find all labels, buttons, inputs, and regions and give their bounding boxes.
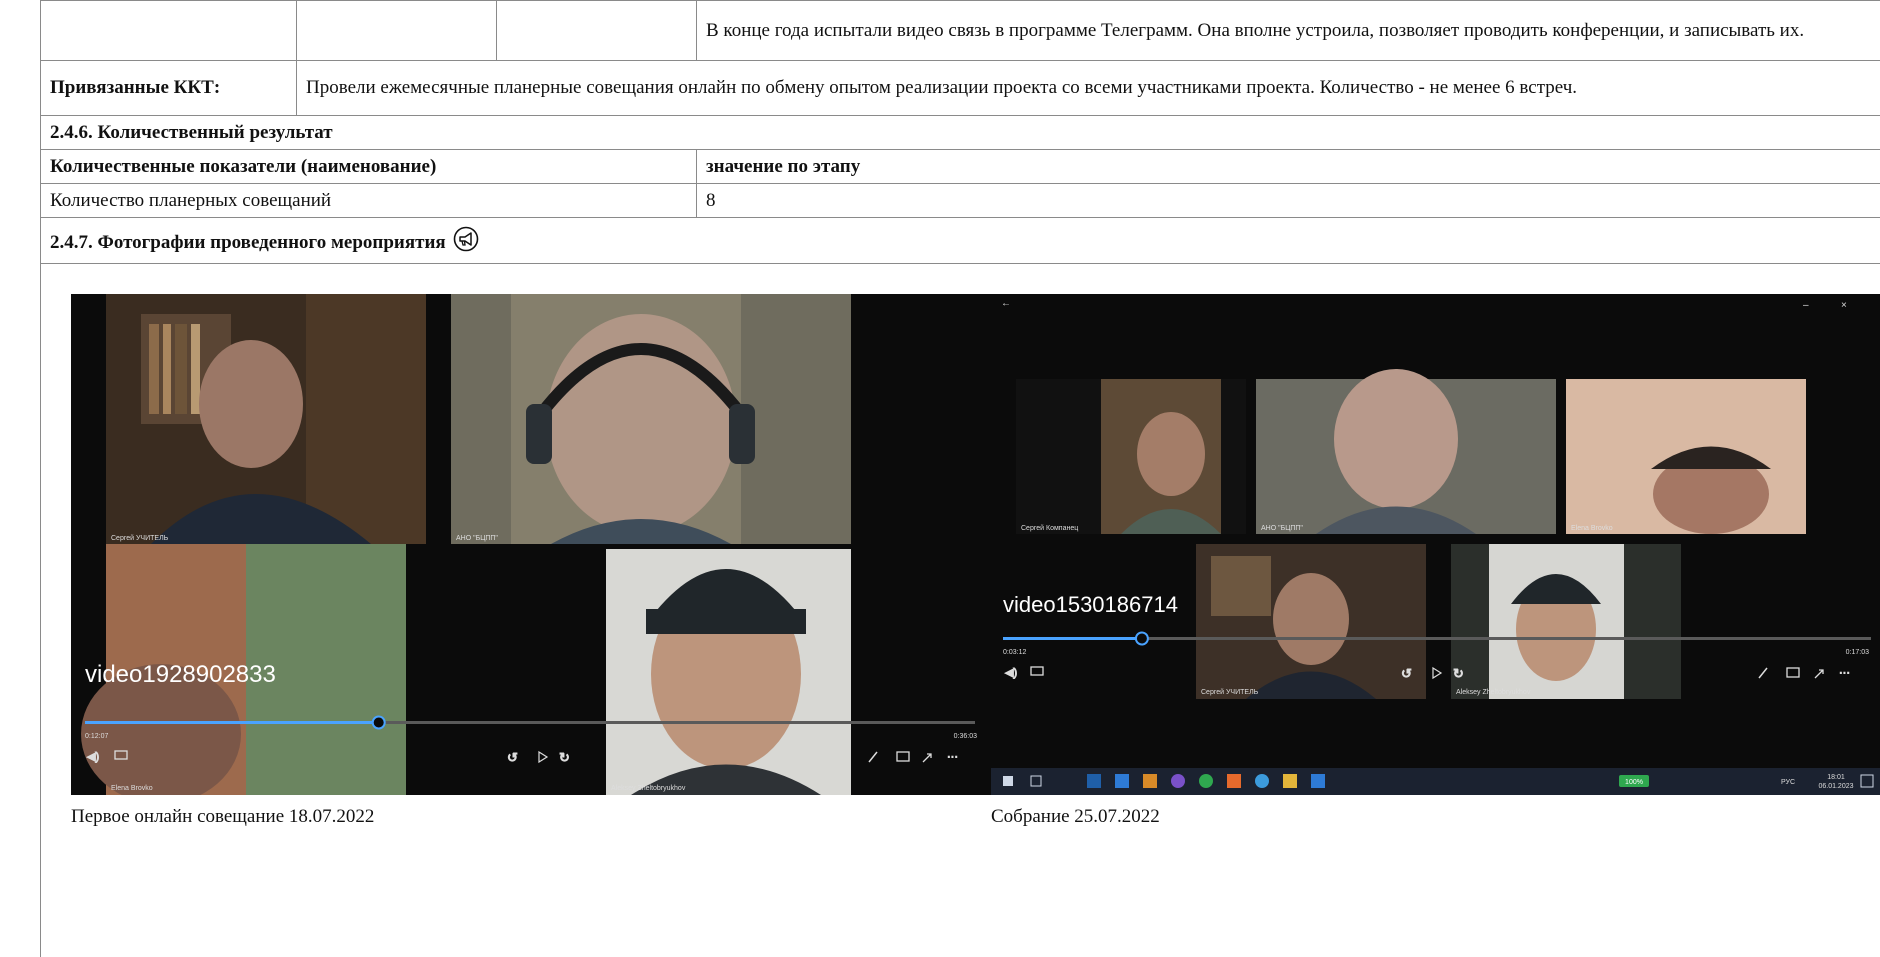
- quant-result-heading: 2.4.6. Количественный результат: [40, 115, 1880, 150]
- forward-icon-2[interactable]: ↻: [1453, 666, 1465, 682]
- time-start-1: 0:12:07: [85, 733, 108, 740]
- seek-fill-2: [1003, 637, 1142, 640]
- start-icon[interactable]: [1003, 776, 1013, 786]
- top-row-text: В конце года испытали видео связь в прог…: [696, 0, 1880, 61]
- quant-header-row: Количественные показатели (наименование)…: [40, 149, 1880, 184]
- taskbar-app-icon[interactable]: [1115, 774, 1129, 788]
- taskbar-app-icon[interactable]: [1283, 774, 1297, 788]
- quant-row-name: Количество планерных совещаний: [40, 183, 697, 218]
- minimize-icon[interactable]: –: [1803, 300, 1809, 311]
- seek-fill-1: [85, 721, 379, 724]
- language-indicator[interactable]: РУС: [1781, 779, 1795, 786]
- photos-row: Сергей УЧИТЕЛЬ АНО "БЦПП" Elena Brovko A…: [40, 263, 1880, 854]
- linked-kkt-text: Провели ежемесячные планерные совещания …: [296, 60, 1880, 116]
- megaphone-icon: [454, 226, 479, 252]
- photo-meeting-1[interactable]: Сергей УЧИТЕЛЬ АНО "БЦПП" Elena Brovko A…: [71, 294, 991, 795]
- empty-cell-1: [40, 0, 297, 61]
- seek-knob-1[interactable]: [371, 715, 386, 730]
- linked-kkt-row: Привязанные ККТ: Провели ежемесячные пла…: [40, 60, 1880, 116]
- quant-row-value: 8: [696, 183, 1880, 218]
- video-label-1: video1928902833: [85, 661, 276, 688]
- participant-tag-8: Сергей УЧИТЕЛЬ: [1201, 688, 1259, 696]
- table-row: Количество планерных совещаний 8: [40, 183, 1880, 218]
- battery-percent: 100%: [1625, 779, 1643, 786]
- participant-tag-2: АНО "БЦПП": [456, 535, 498, 542]
- photos-cell: Сергей УЧИТЕЛЬ АНО "БЦПП" Elena Brovko A…: [40, 263, 1880, 854]
- rewind-icon-2[interactable]: ↺: [1401, 666, 1413, 682]
- seek-knob-2[interactable]: [1134, 631, 1149, 646]
- more-icon[interactable]: ···: [947, 751, 959, 764]
- more-icon-2[interactable]: ···: [1839, 667, 1851, 680]
- time-end-1: 0:36:03: [954, 733, 977, 740]
- time-start-2: 0:03:12: [1003, 649, 1026, 656]
- photo-meeting-2[interactable]: ← – × Сергей Компанец АНО "БЦПП" Elena B…: [991, 294, 1880, 795]
- linked-kkt-label: Привязанные ККТ:: [40, 60, 297, 116]
- clock-time: 18:01: [1827, 774, 1845, 781]
- participant-tag-4: Aleksey Zheltobryukhov: [611, 785, 686, 792]
- taskbar-app-icon[interactable]: [1143, 774, 1157, 788]
- empty-cell-3: [496, 0, 697, 61]
- taskbar-app-icon[interactable]: [1087, 774, 1101, 788]
- participant-tag-5: Сергей Компанец: [1021, 524, 1078, 532]
- photos-heading: 2.4.7. Фотографии проведенного мероприят…: [50, 232, 446, 253]
- taskbar-app-icon[interactable]: [1227, 774, 1241, 788]
- photos-heading-row: 2.4.7. Фотографии проведенного мероприят…: [40, 217, 1880, 264]
- taskbar-app-icon[interactable]: [1199, 774, 1213, 788]
- video-label-2: video1530186714: [1003, 592, 1178, 617]
- quant-col-name-header: Количественные показатели (наименование): [40, 149, 697, 184]
- quant-result-heading-row: 2.4.6. Количественный результат: [40, 115, 1880, 150]
- back-icon[interactable]: ←: [1001, 298, 1011, 309]
- participant-tag-3: Elena Brovko: [111, 785, 153, 792]
- taskbar-app-icon[interactable]: [1171, 774, 1185, 788]
- photo-caption-1: Первое онлайн совещание 18.07.2022: [71, 806, 375, 827]
- participant-tag-7: Elena Brovko: [1571, 525, 1613, 532]
- close-icon[interactable]: ×: [1841, 300, 1847, 311]
- photo-caption-2: Собрание 25.07.2022: [991, 806, 1160, 827]
- forward-icon[interactable]: ↻: [559, 750, 571, 766]
- participant-tag-6: АНО "БЦПП": [1261, 525, 1303, 532]
- time-end-2: 0:17:03: [1846, 649, 1869, 656]
- quant-col-value-header: значение по этапу: [696, 149, 1880, 184]
- taskbar-app-icon[interactable]: [1311, 774, 1325, 788]
- photos-heading-cell: 2.4.7. Фотографии проведенного мероприят…: [40, 217, 1880, 264]
- participant-tag-9: Aleksey Zheltobryukhov: [1456, 689, 1531, 696]
- rewind-icon[interactable]: ↺: [507, 750, 519, 766]
- participant-tag-1: Сергей УЧИТЕЛЬ: [111, 534, 169, 542]
- document-page: В конце года испытали видео связь в прог…: [0, 0, 1880, 957]
- volume-icon[interactable]: ◀): [87, 751, 100, 764]
- clock-date: 06.01.2023: [1818, 783, 1853, 790]
- taskbar-app-icon[interactable]: [1255, 774, 1269, 788]
- volume-icon-2[interactable]: ◀): [1005, 667, 1018, 680]
- report-table: В конце года испытали видео связь в прог…: [40, 0, 1880, 854]
- top-row: В конце года испытали видео связь в прог…: [40, 0, 1880, 61]
- photos-container: Сергей УЧИТЕЛЬ АНО "БЦПП" Elena Brovko A…: [41, 264, 1880, 854]
- empty-cell-2: [296, 0, 497, 61]
